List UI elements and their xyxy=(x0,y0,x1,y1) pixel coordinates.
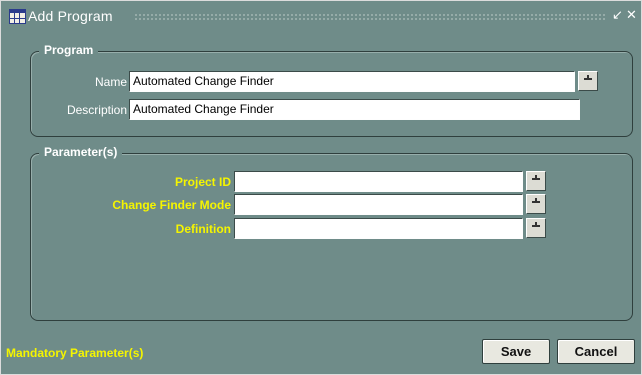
mandatory-parameters-note: Mandatory Parameter(s) xyxy=(6,346,144,360)
minimize-arrow-icon[interactable]: ↙ xyxy=(612,8,624,22)
add-program-dialog: Add Program ↙ ✕ Program Name Automated C… xyxy=(0,0,642,375)
change-finder-mode-field[interactable] xyxy=(234,194,523,215)
cancel-button[interactable]: Cancel xyxy=(557,339,635,364)
definition-label: Definition xyxy=(175,222,231,236)
project-id-label: Project ID xyxy=(174,175,231,189)
name-label: Name xyxy=(94,75,127,89)
definition-lov-button[interactable] xyxy=(526,218,546,238)
change-finder-mode-label: Change Finder Mode xyxy=(112,198,231,212)
parameters-group-title: Parameter(s) xyxy=(39,145,123,159)
table-grid-icon xyxy=(9,9,26,24)
window-title: Add Program xyxy=(28,8,113,24)
save-button[interactable]: Save xyxy=(482,339,550,364)
description-label: Description xyxy=(66,103,127,117)
project-id-field[interactable] xyxy=(234,171,523,192)
program-group-title: Program xyxy=(39,43,99,57)
close-icon[interactable]: ✕ xyxy=(626,8,638,22)
definition-field[interactable] xyxy=(234,218,523,239)
name-field[interactable]: Automated Change Finder xyxy=(129,71,575,92)
title-bar-grip[interactable] xyxy=(134,13,606,21)
name-lov-button[interactable] xyxy=(578,71,598,91)
description-field[interactable]: Automated Change Finder xyxy=(129,99,580,120)
program-group: Program xyxy=(30,43,633,137)
project-id-lov-button[interactable] xyxy=(526,171,546,191)
title-bar[interactable]: Add Program ↙ ✕ xyxy=(1,1,641,32)
change-finder-mode-lov-button[interactable] xyxy=(526,194,546,214)
